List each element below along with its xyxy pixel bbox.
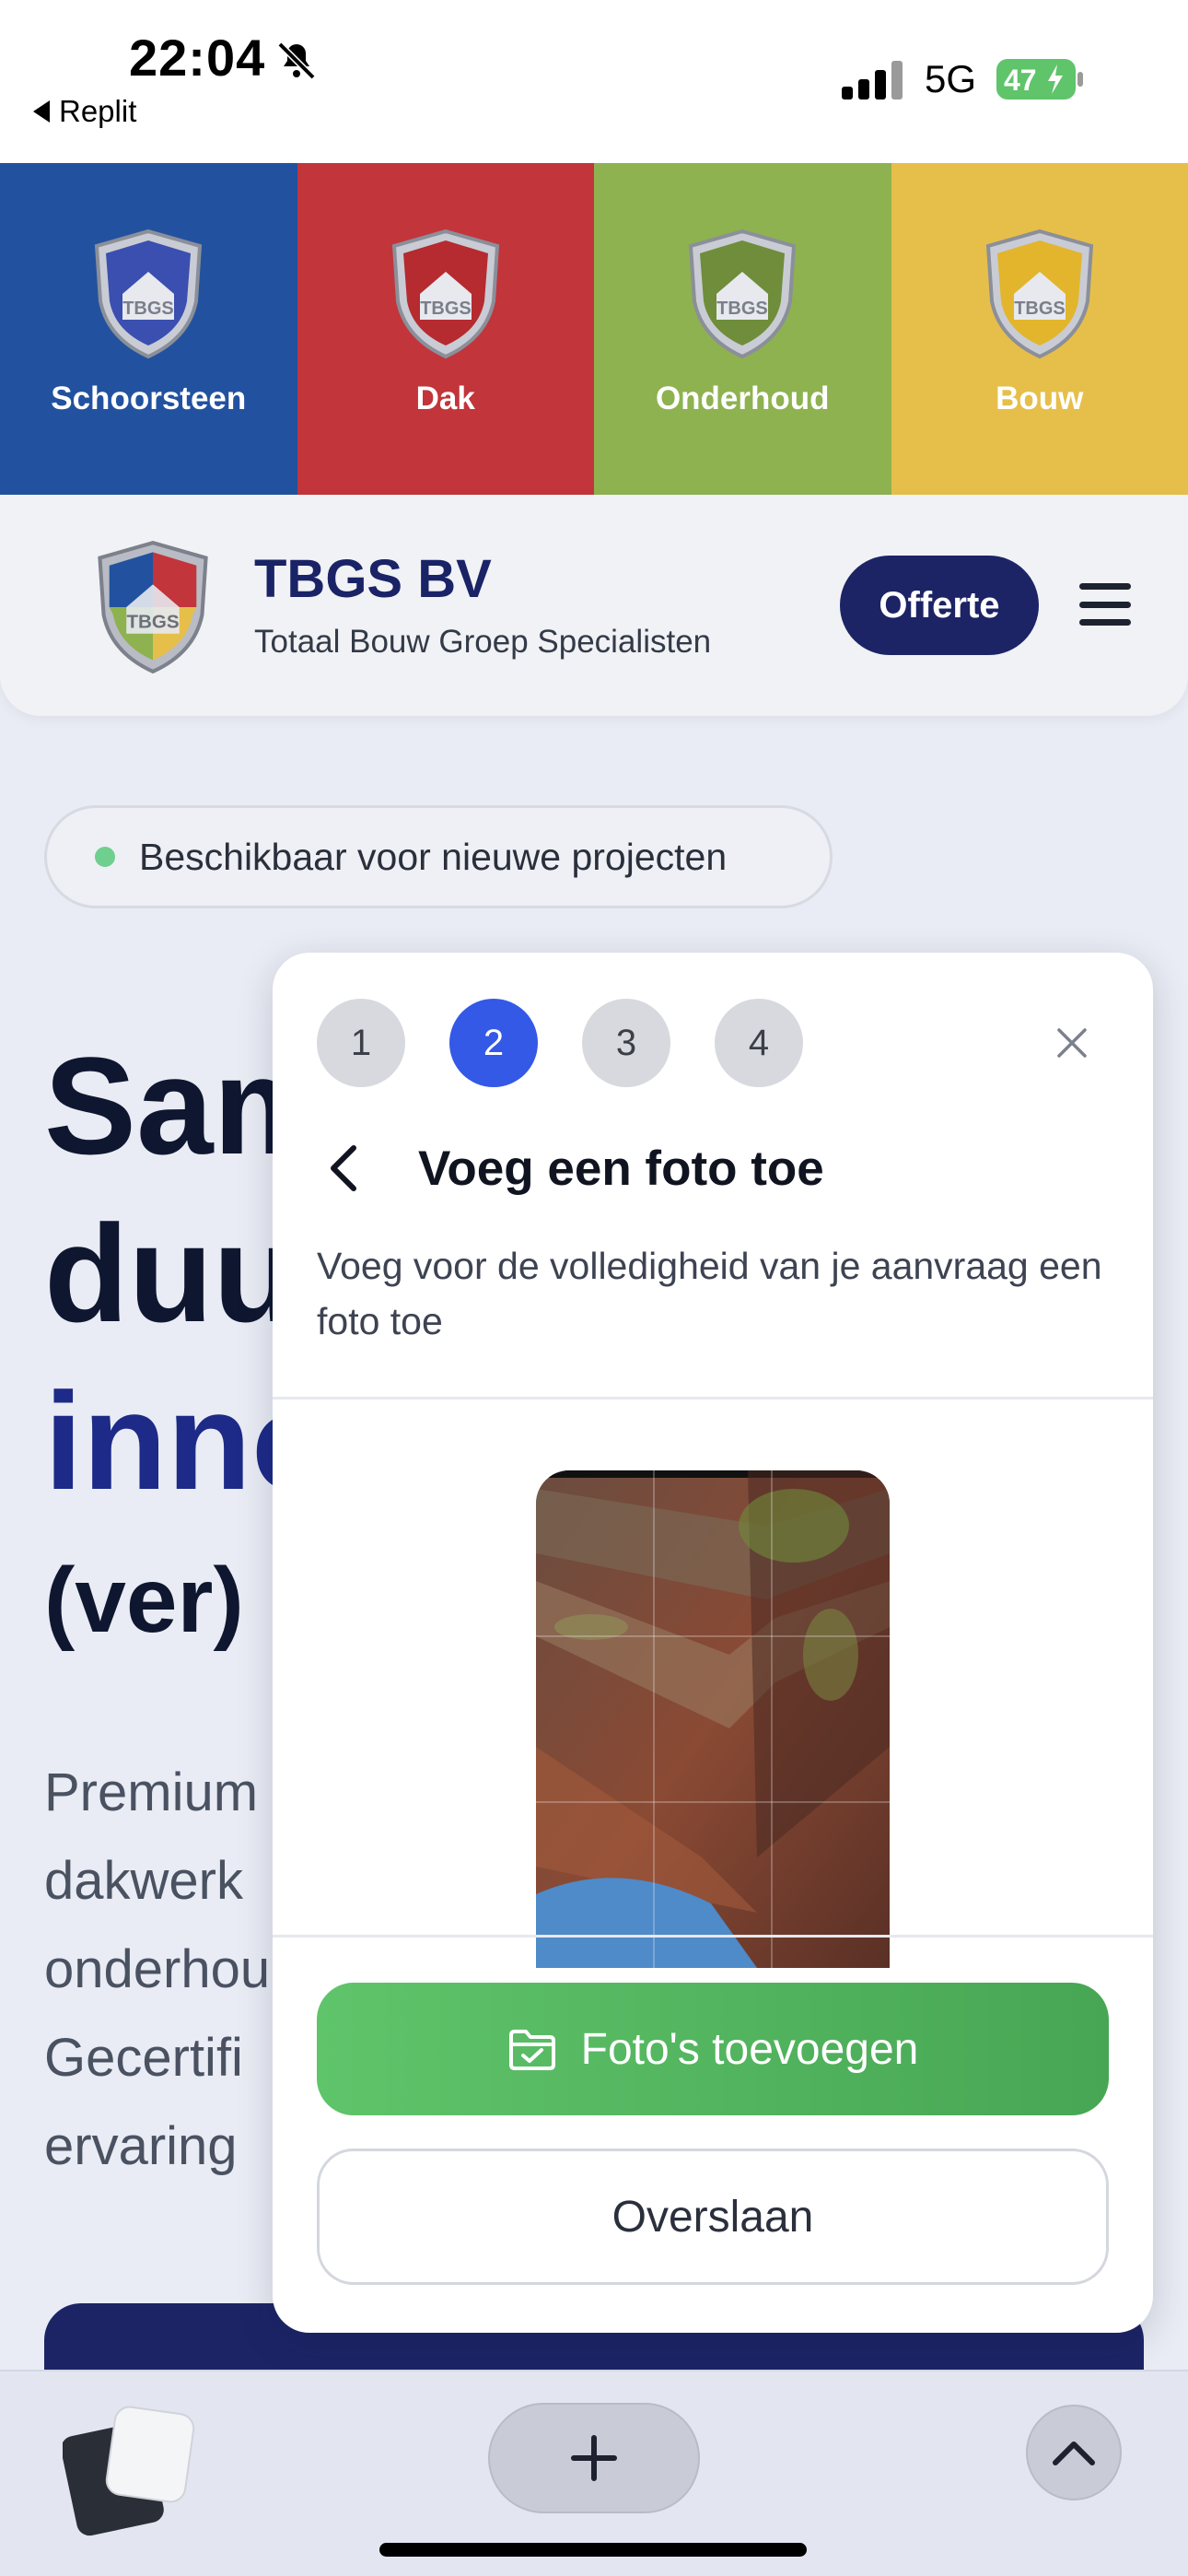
- svg-text:TBGS: TBGS: [1014, 299, 1066, 319]
- svg-text:TBGS: TBGS: [420, 299, 472, 319]
- category-dak[interactable]: TBGS Dak: [297, 163, 594, 495]
- close-icon[interactable]: [1055, 1026, 1089, 1060]
- category-onderhoud[interactable]: TBGS Onderhoud: [594, 163, 891, 495]
- back-to-app-link[interactable]: Replit: [33, 94, 136, 129]
- svg-text:TBGS: TBGS: [126, 612, 179, 633]
- divider: [273, 1935, 1153, 1938]
- chevron-left-icon[interactable]: [326, 1141, 363, 1196]
- battery-charging-icon: 47: [996, 59, 1083, 100]
- availability-text: Beschikbaar voor nieuwe projecten: [139, 835, 728, 878]
- shield-logo-icon: TBGS: [689, 228, 797, 359]
- divider: [273, 1397, 1153, 1399]
- status-dot-icon: [95, 847, 115, 867]
- photo-upload-dialog: 1 2 3 4 Voeg een foto toe Voeg voor de v…: [273, 953, 1153, 2333]
- hero-text-line4: Gecertifi: [44, 2028, 243, 2088]
- category-schoorsteen[interactable]: TBGS Schoorsteen: [0, 163, 297, 495]
- plus-icon: [571, 2435, 617, 2481]
- company-logo-icon[interactable]: TBGS: [92, 539, 214, 675]
- signal-icon: [842, 61, 903, 100]
- scroll-up-button[interactable]: [1026, 2405, 1122, 2500]
- category-label: Schoorsteen: [51, 381, 247, 416]
- network-type: 5G: [925, 57, 977, 100]
- shield-logo-icon: TBGS: [391, 228, 499, 359]
- category-strip: TBGS Schoorsteen TBGS Dak TBGS Onderhoud…: [0, 163, 1188, 495]
- chevron-up-icon: [1053, 2441, 1095, 2465]
- back-arrow-icon: [33, 100, 50, 123]
- new-tab-button[interactable]: [488, 2403, 700, 2513]
- hero-text-line5: ervaring: [44, 2116, 238, 2176]
- status-bar: 22:04 Replit 5G 47: [0, 0, 1188, 163]
- availability-badge: Beschikbaar voor nieuwe projecten: [44, 805, 833, 908]
- step-2-active: 2: [449, 999, 538, 1087]
- tabs-overview-icon[interactable]: [63, 2401, 195, 2539]
- hamburger-icon[interactable]: [1079, 583, 1131, 626]
- hero-text-line3: onderhou: [44, 1939, 271, 1999]
- step-4: 4: [715, 999, 803, 1087]
- battery-level: 47: [1004, 64, 1037, 97]
- brand-tagline: Totaal Bouw Groep Specialisten: [254, 624, 712, 660]
- back-app-label: Replit: [59, 94, 137, 128]
- bell-slash-icon: [277, 41, 316, 80]
- status-time: 22:04: [129, 29, 266, 87]
- browser-toolbar: [0, 2370, 1188, 2576]
- site-header: TBGS TBGS BV Totaal Bouw Groep Specialis…: [0, 495, 1188, 716]
- step-1: 1: [317, 999, 405, 1087]
- skip-button[interactable]: Overslaan: [317, 2149, 1109, 2285]
- add-photos-button[interactable]: Foto's toevoegen: [317, 1983, 1109, 2115]
- svg-text:TBGS: TBGS: [716, 299, 768, 319]
- svg-text:TBGS: TBGS: [122, 299, 174, 319]
- category-label: Bouw: [996, 381, 1084, 416]
- add-photos-label: Foto's toevoegen: [580, 2024, 919, 2074]
- dialog-title: Voeg een foto toe: [418, 1142, 824, 1196]
- step-3: 3: [582, 999, 670, 1087]
- home-indicator: [379, 2543, 807, 2557]
- shield-logo-icon: TBGS: [95, 228, 203, 359]
- category-bouw[interactable]: TBGS Bouw: [891, 163, 1188, 495]
- uploaded-photo-preview[interactable]: [536, 1470, 890, 1968]
- hero-heading-line2: duu: [44, 1196, 297, 1351]
- step-indicator: 1 2 3 4: [317, 999, 803, 1087]
- hero-text-line1: Premium: [44, 1762, 259, 1822]
- hero-text-line2: dakwerk: [44, 1851, 243, 1911]
- brand-name: TBGS BV: [254, 549, 492, 609]
- offerte-button[interactable]: Offerte: [840, 556, 1039, 655]
- hero-subheading: (ver): [44, 1549, 244, 1652]
- folder-check-icon: [508, 2030, 555, 2070]
- category-label: Onderhoud: [655, 381, 830, 416]
- dialog-description: Voeg voor de volledigheid van je aanvraa…: [317, 1245, 1102, 1342]
- category-label: Dak: [415, 381, 475, 416]
- shield-logo-icon: TBGS: [985, 228, 1093, 359]
